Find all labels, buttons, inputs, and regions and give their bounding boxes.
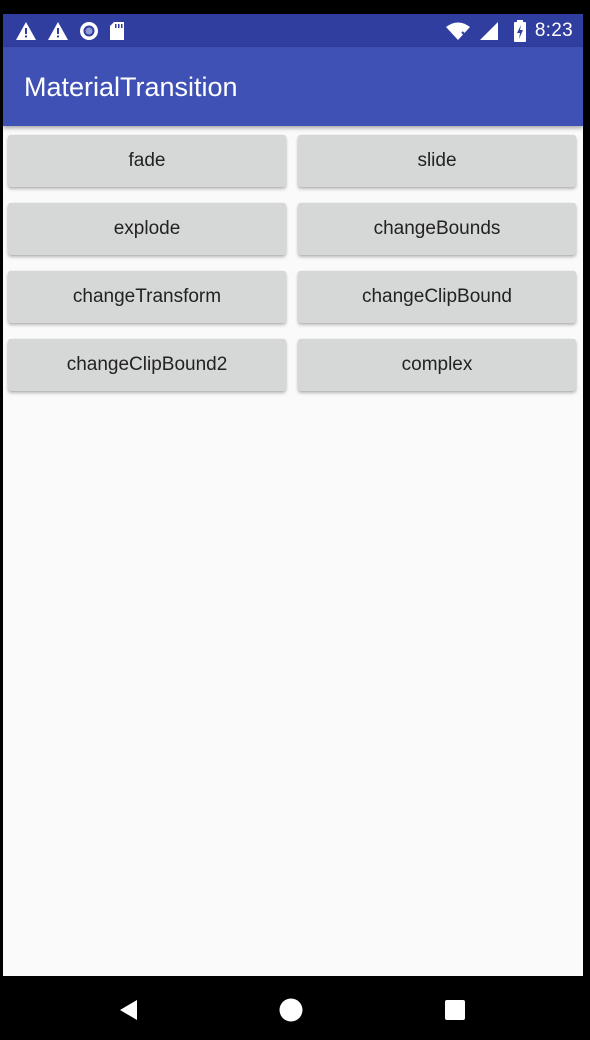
- status-time: 8:23: [534, 20, 573, 41]
- change-clip-bound2-button[interactable]: changeClipBound2: [8, 339, 286, 391]
- battery-charging-icon: [513, 20, 527, 42]
- page-title: MaterialTransition: [24, 72, 238, 102]
- wifi-icon: [445, 21, 471, 41]
- complex-button[interactable]: complex: [298, 339, 576, 391]
- sync-circle-icon: [79, 21, 99, 41]
- change-clip-bound-button[interactable]: changeClipBound: [298, 271, 576, 323]
- main-content: fade slide explode changeBounds changeTr…: [3, 126, 583, 976]
- app-screen: 8:23 MaterialTransition fade slide explo…: [3, 14, 583, 976]
- transition-button-grid: fade slide explode changeBounds changeTr…: [8, 135, 578, 391]
- back-icon[interactable]: [115, 996, 143, 1024]
- fade-button[interactable]: fade: [8, 135, 286, 187]
- explode-button[interactable]: explode: [8, 203, 286, 255]
- app-toolbar: MaterialTransition: [3, 47, 583, 126]
- change-bounds-button[interactable]: changeBounds: [298, 203, 576, 255]
- notification-icons: [15, 20, 125, 42]
- warning-icon: [15, 21, 37, 41]
- warning-icon: [47, 21, 69, 41]
- device-frame: 8:23 MaterialTransition fade slide explo…: [0, 0, 590, 1040]
- recents-icon[interactable]: [441, 996, 469, 1024]
- status-bar: 8:23: [3, 14, 583, 47]
- home-icon[interactable]: [277, 996, 305, 1024]
- cell-signal-icon: [479, 21, 499, 41]
- navigation-bar: [0, 976, 590, 1040]
- slide-button[interactable]: slide: [298, 135, 576, 187]
- system-status: 8:23: [445, 18, 573, 44]
- sd-card-icon: [109, 21, 125, 41]
- change-transform-button[interactable]: changeTransform: [8, 271, 286, 323]
